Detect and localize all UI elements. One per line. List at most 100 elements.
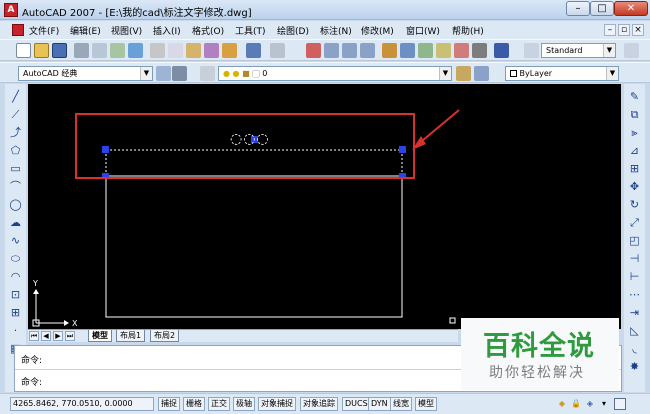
array-icon[interactable]: ⊞: [627, 162, 642, 176]
pan-icon[interactable]: [306, 43, 321, 58]
make-current-layer-icon[interactable]: [456, 66, 471, 81]
chevron-down-icon[interactable]: ▼: [140, 67, 152, 80]
text-style-select[interactable]: Standard ▼: [541, 43, 616, 58]
save-workspace-icon[interactable]: [172, 66, 187, 81]
ducs-toggle[interactable]: DUCS: [342, 397, 371, 411]
status-menu-icon[interactable]: ▾: [598, 398, 610, 410]
properties-icon[interactable]: [382, 43, 397, 58]
new-icon[interactable]: [16, 43, 31, 58]
layer-manager-icon[interactable]: [200, 66, 215, 81]
text-style-icon[interactable]: [524, 43, 539, 58]
command-prompt[interactable]: 命令:: [21, 375, 42, 388]
match-properties-icon[interactable]: [204, 43, 219, 58]
offset-icon[interactable]: ⊿: [627, 144, 642, 158]
fillet-icon[interactable]: ◟: [627, 342, 642, 356]
snap-toggle[interactable]: 捕捉: [158, 397, 180, 411]
lock-icon[interactable]: 🔒: [570, 398, 582, 410]
insert-block-icon[interactable]: ⊡: [8, 288, 23, 302]
maximize-button[interactable]: □: [590, 1, 614, 16]
arc-icon[interactable]: ⌒: [8, 180, 23, 194]
menu-insert[interactable]: 插入(I): [153, 24, 181, 37]
trim-icon[interactable]: ⊣: [627, 252, 642, 266]
menu-edit[interactable]: 编辑(E): [70, 24, 101, 37]
drawn-rectangle[interactable]: [105, 175, 403, 318]
publish-icon[interactable]: [110, 43, 125, 58]
make-block-icon[interactable]: ⊞: [8, 306, 23, 320]
line-icon[interactable]: ╱: [8, 90, 23, 104]
plot-icon[interactable]: [74, 43, 89, 58]
minimize-button[interactable]: –: [566, 1, 590, 16]
help-icon[interactable]: [494, 43, 509, 58]
chamfer-icon[interactable]: ◺: [627, 324, 642, 338]
workspace-settings-icon[interactable]: [156, 66, 171, 81]
menu-file[interactable]: 文件(F): [29, 24, 59, 37]
next-tab-icon[interactable]: ▶: [53, 331, 63, 341]
sheet-set-icon[interactable]: [436, 43, 451, 58]
scale-icon[interactable]: ⤢: [627, 216, 642, 230]
paste-icon[interactable]: [186, 43, 201, 58]
color-control-select[interactable]: ByLayer ▼: [505, 66, 619, 81]
chevron-down-icon[interactable]: ▼: [606, 67, 618, 80]
close-button[interactable]: ✕: [614, 1, 648, 16]
move-icon[interactable]: ✥: [627, 180, 642, 194]
block-editor-icon[interactable]: [222, 43, 237, 58]
drawing-canvas[interactable]: X Y ◌◌◌: [28, 84, 621, 329]
menu-tools[interactable]: 工具(T): [235, 24, 266, 37]
zoom-window-icon[interactable]: [342, 43, 357, 58]
erase-icon[interactable]: ✎: [627, 90, 642, 104]
design-center-icon[interactable]: [400, 43, 415, 58]
model-paper-toggle[interactable]: 模型: [415, 397, 437, 411]
open-icon[interactable]: [34, 43, 49, 58]
osnap-toggle[interactable]: 对象捕捉: [258, 397, 296, 411]
otrack-toggle[interactable]: 对象追踪: [300, 397, 338, 411]
rotate-icon[interactable]: ↻: [627, 198, 642, 212]
spline-icon[interactable]: ∿: [8, 234, 23, 248]
tab-layout2[interactable]: 布局2: [150, 330, 180, 342]
menu-draw[interactable]: 绘图(D): [277, 24, 309, 37]
menu-dimension[interactable]: 标注(N): [320, 24, 352, 37]
doc-minimize-button[interactable]: –: [604, 24, 616, 36]
ortho-toggle[interactable]: 正交: [208, 397, 230, 411]
plot-preview-icon[interactable]: [92, 43, 107, 58]
save-icon[interactable]: [52, 43, 67, 58]
stretch-icon[interactable]: ◰: [627, 234, 642, 248]
grip-dimension-right[interactable]: [399, 146, 406, 153]
menu-view[interactable]: 视图(V): [111, 24, 142, 37]
calculator-icon[interactable]: [472, 43, 487, 58]
menu-window[interactable]: 窗口(W): [406, 24, 440, 37]
prev-tab-icon[interactable]: ◀: [41, 331, 51, 341]
explode-icon[interactable]: ✸: [627, 360, 642, 374]
dimension-style-icon[interactable]: [624, 43, 639, 58]
revision-cloud-icon[interactable]: ☁: [8, 216, 23, 230]
cut-icon[interactable]: [150, 43, 165, 58]
document-icon[interactable]: [12, 24, 24, 36]
dyn-toggle[interactable]: DYN: [368, 397, 391, 411]
construction-line-icon[interactable]: ⟋: [8, 108, 23, 122]
point-icon[interactable]: ·: [8, 324, 23, 338]
tab-layout1[interactable]: 布局1: [116, 330, 146, 342]
clean-screen-icon[interactable]: [614, 398, 626, 410]
polar-toggle[interactable]: 极轴: [233, 397, 255, 411]
extend-icon[interactable]: ⊢: [627, 270, 642, 284]
break-icon[interactable]: ⋯: [627, 288, 642, 302]
communication-center-icon[interactable]: ◆: [556, 398, 568, 410]
zoom-previous-icon[interactable]: [360, 43, 375, 58]
zoom-realtime-icon[interactable]: [324, 43, 339, 58]
first-tab-icon[interactable]: ⏮: [29, 331, 39, 341]
grid-toggle[interactable]: 栅格: [183, 397, 205, 411]
autocad-app-icon[interactable]: A: [4, 3, 18, 17]
last-tab-icon[interactable]: ⏭: [65, 331, 75, 341]
menu-help[interactable]: 帮助(H): [452, 24, 484, 37]
lineweight-toggle[interactable]: 线宽: [390, 397, 412, 411]
copy-clip-icon[interactable]: [168, 43, 183, 58]
undo-icon[interactable]: [246, 43, 261, 58]
polygon-icon[interactable]: ⬠: [8, 144, 23, 158]
tray-settings-icon[interactable]: ◈: [584, 398, 596, 410]
mirror-icon[interactable]: ⫸: [627, 126, 642, 140]
tool-palettes-icon[interactable]: [418, 43, 433, 58]
menu-format[interactable]: 格式(O): [192, 24, 224, 37]
layer-previous-icon[interactable]: [474, 66, 489, 81]
doc-close-button[interactable]: ×: [632, 24, 644, 36]
join-icon[interactable]: ⇥: [627, 306, 642, 320]
tab-model[interactable]: 模型: [88, 330, 112, 342]
